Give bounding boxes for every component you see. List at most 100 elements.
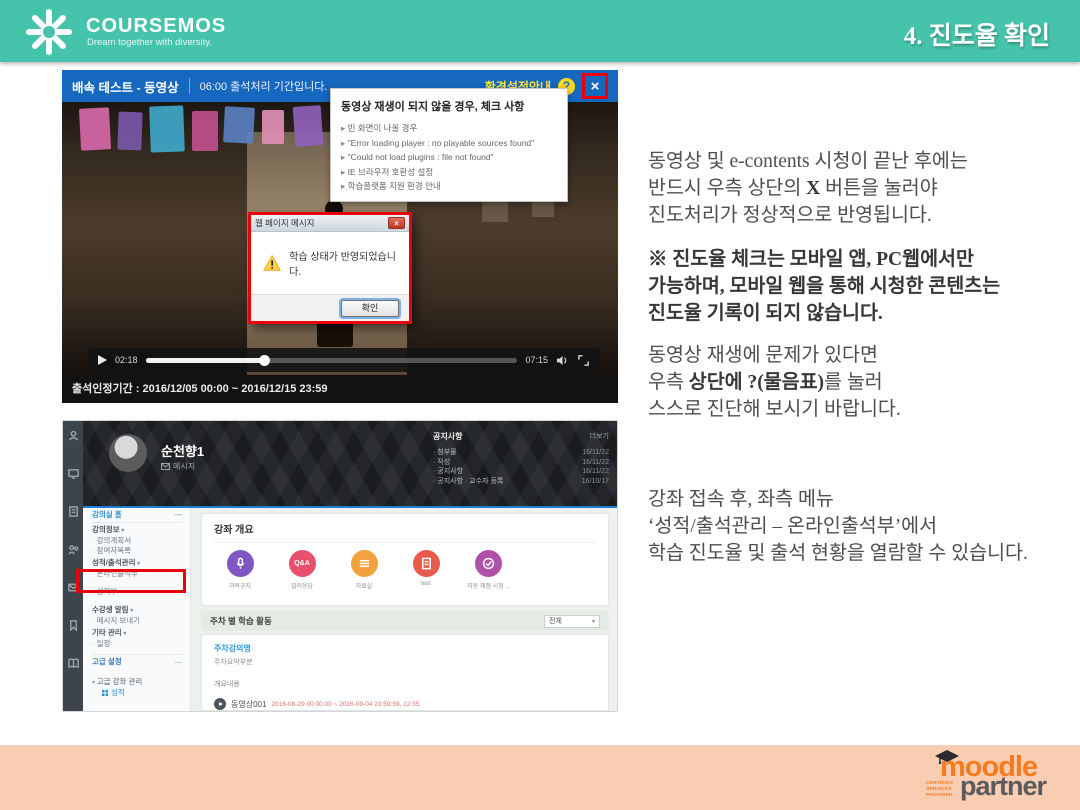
qna-icon: Q&A [294, 560, 310, 567]
instruction-paragraph-4: 강좌 접속 후, 좌측 메뉴 ‘성적/출석관리 – 온라인출석부’에서 학습 진… [648, 486, 1072, 567]
global-icon-rail [63, 421, 83, 712]
decor-shape [262, 110, 284, 144]
popup-item[interactable]: IE 브라우저 호환성 설정 [341, 165, 557, 180]
confirm-button[interactable]: 확인 [341, 300, 399, 317]
outline-label: 개요내용 [214, 679, 596, 689]
notice-title: 공지사항 [433, 431, 462, 442]
avatar[interactable] [109, 434, 147, 472]
popup-item[interactable]: "Error loading player : no playable sour… [341, 136, 557, 151]
video-title: 배속 테스트 - 동영상 [72, 77, 179, 96]
app-header: COURSEMOS Dream together with diversity.… [0, 0, 1080, 62]
sidebar-item-syllabus[interactable]: 강의계획서 [92, 536, 182, 546]
footer-band: moodle CERTIFIED SERVICES PROVIDER partn… [0, 745, 1080, 810]
dialog-close-button[interactable]: × [388, 217, 405, 229]
shortcut-auto-quiz[interactable]: 자동 채점 시험 .. [470, 550, 506, 590]
player-controls: 02:18 07:15 [88, 348, 600, 372]
notice-item[interactable]: 공지사항16/11/22 [433, 467, 609, 477]
dialog-titlebar: 웹 페이지 메시지 × [251, 215, 409, 232]
fullscreen-icon[interactable] [577, 354, 590, 367]
sidebar-home-link[interactable]: 강의실 홈 [92, 510, 122, 520]
seek-bar[interactable] [146, 358, 518, 363]
decor-shape [149, 105, 185, 152]
play-button[interactable] [98, 355, 107, 365]
video-activity-row[interactable]: 동영상001 2016-08-29 00:00:00 ~ 2016-09-04 … [214, 698, 596, 710]
notice-item[interactable]: 첨부물16/11/22 [433, 448, 609, 458]
advanced-settings-title[interactable]: 고급 설정 [92, 657, 122, 667]
seek-knob[interactable] [259, 355, 270, 366]
overview-title: 강좌 개요 [214, 521, 596, 536]
decor-shape [79, 107, 111, 151]
video-activity-period: 2016-08-29 00:00:00 ~ 2016-09-04 23:59:5… [271, 701, 419, 708]
course-main: 강좌 개요 과목공지 Q&A 질의응답 자료실 [191, 508, 618, 712]
sidebar-section-student-notify[interactable]: 수강생 알림 [92, 605, 182, 616]
document-icon [420, 557, 433, 570]
lms-screenshot: 순천향1 메시지 공지사항 더보기 첨부물16/11/22 작성16/11/22… [62, 420, 618, 712]
notice-more-link[interactable]: 더보기 [590, 431, 609, 442]
elapsed-time: 02:18 [115, 355, 138, 365]
sidebar-section-grades-attendance[interactable]: 성적/출석관리 [92, 558, 182, 569]
course-overview-card: 강좌 개요 과목공지 Q&A 질의응답 자료실 [201, 513, 609, 606]
instruction-paragraph-2: ※ 진도율 체크는 모바일 앱, PC웹에서만 가능하며, 모바일 웹을 통해 … [648, 246, 1072, 327]
certified-text: CERTIFIED SERVICES PROVIDER [926, 781, 953, 799]
mic-icon [234, 557, 247, 570]
collapse-icon[interactable]: — [175, 657, 183, 667]
week-filter-dropdown[interactable]: 전체 [544, 615, 600, 628]
notice-panel: 공지사항 더보기 첨부물16/11/22 작성16/11/22 공지사항16/1… [433, 431, 609, 486]
dialog-title: 웹 페이지 메시지 [255, 217, 314, 229]
shortcut-qna[interactable]: Q&A 질의응답 [284, 550, 320, 590]
advanced-course-admin[interactable]: 고급 강좌 관리 [92, 677, 182, 688]
progress-fill [146, 358, 265, 363]
decor-shape [223, 106, 255, 144]
popup-item[interactable]: 빈 화면이 나올 경우 [341, 121, 557, 136]
instruction-paragraph-3: 동영상 재생에 문제가 있다면 우측 상단에 ?(물음표)를 눌러 스스로 진단… [648, 342, 1072, 423]
courses-icon[interactable] [68, 468, 79, 479]
advanced-grades-link[interactable]: 성적 [92, 688, 182, 698]
notice-item[interactable]: 공지사항 · 교수자 등록16/10/17 [433, 477, 609, 487]
check-icon [482, 557, 495, 570]
profile-icon[interactable] [68, 430, 79, 441]
message-link[interactable]: 메시지 [161, 461, 195, 472]
weekly-activity-title: 주차 별 학습 활동 [210, 615, 272, 627]
popup-title: 동영상 재생이 되지 않을 경우, 체크 사항 [341, 98, 557, 114]
troubleshoot-popup: 동영상 재생이 되지 않을 경우, 체크 사항 빈 화면이 나올 경우 "Err… [330, 88, 568, 202]
menu-highlight-box [76, 569, 186, 593]
video-play-icon [214, 698, 226, 710]
warning-icon [263, 254, 281, 272]
shortcut-materials[interactable]: 자료실 [346, 550, 382, 590]
weekly-activity-bar: 주차 별 학습 활동 전체 [201, 611, 609, 631]
week-card: 주차강의명 주차요약부분 개요내용 동영상001 2016-08-29 00:0… [201, 634, 609, 711]
coursemos-logo-icon [24, 7, 74, 57]
week-title-link[interactable]: 주차강의명 [214, 643, 596, 654]
collapse-icon[interactable]: — [175, 510, 183, 520]
brand-name: COURSEMOS [86, 15, 226, 38]
partner-wordmark: partner [960, 773, 1046, 800]
sidebar-section-course-info[interactable]: 강의정보 [92, 525, 182, 536]
popup-item[interactable]: 학습플랫폼 지원 환경 안내 [341, 179, 557, 194]
video-activity-name[interactable]: 동영상001 [231, 699, 266, 710]
sidebar-item-send-message[interactable]: 메시지 보내기 [92, 616, 182, 626]
sidebar-section-etc[interactable]: 기타 관리 [92, 628, 182, 639]
shortcut-announcements[interactable]: 과목공지 [222, 550, 258, 590]
webpage-message-dialog: 웹 페이지 메시지 × 학습 상태가 반영되었습니다. 확인 [248, 212, 412, 324]
volume-icon[interactable] [556, 354, 569, 367]
moodle-partner-logo: moodle CERTIFIED SERVICES PROVIDER partn… [924, 753, 1066, 803]
popup-item[interactable]: "Could not load plugins : file not found… [341, 150, 557, 165]
notice-item[interactable]: 작성16/11/22 [433, 458, 609, 468]
community-icon[interactable] [68, 544, 79, 555]
player-close-button[interactable]: × [591, 79, 600, 94]
library-icon[interactable] [68, 658, 79, 669]
slide-page: COURSEMOS Dream together with diversity.… [0, 0, 1080, 810]
attendance-notice: 06:00 출석처리 기간입니다. [189, 78, 328, 94]
list-icon [358, 557, 371, 570]
sidebar-item-participants[interactable]: 참여자목록 [92, 546, 182, 556]
course-sidebar: 강의실 홈 — 강의정보 강의계획서 참여자목록 성적/출석관리 온라인출석부 … [83, 508, 191, 712]
shortcut-test[interactable]: test [408, 550, 444, 590]
duration-time: 07:15 [525, 355, 548, 365]
bookmark-icon[interactable] [68, 620, 79, 631]
decor-shape [117, 112, 142, 151]
documents-icon[interactable] [68, 506, 79, 517]
message-label: 메시지 [173, 461, 195, 472]
decor-shape [293, 105, 324, 147]
sidebar-item-schedule[interactable]: 일정 [92, 639, 182, 649]
user-name: 순천향1 [161, 441, 204, 460]
